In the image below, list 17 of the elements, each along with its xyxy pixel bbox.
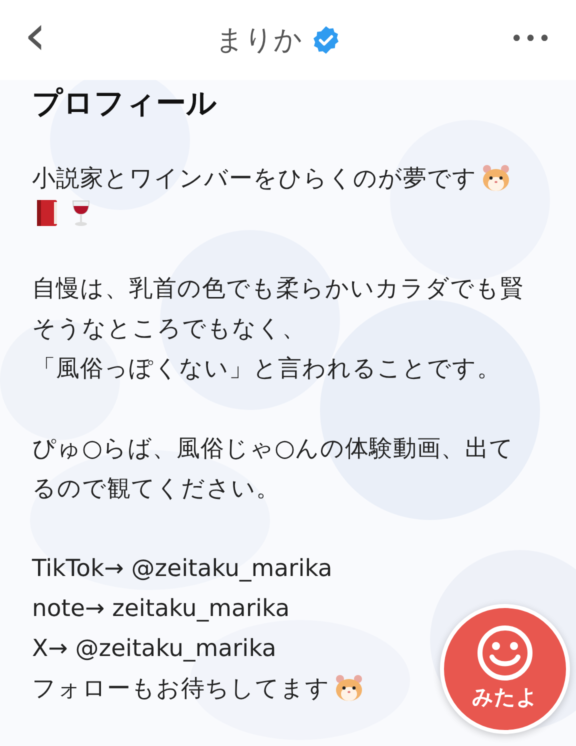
smiley-icon [476, 624, 534, 682]
profile-name: まりか [216, 22, 303, 58]
profile-text: ぴゅ○らば、風俗じゃ○んの体験動画、出て [32, 433, 514, 464]
profile-text: note→ zeitaku_marika [32, 593, 290, 624]
profile-text: 自慢は、乳首の色でも柔らかいカラダでも賢 [32, 273, 524, 304]
profile-text: 小説家とワインバーをひらくのが夢です [32, 163, 477, 194]
hamster-icon [481, 163, 511, 193]
back-button[interactable]: ‹ [24, 8, 46, 64]
profile-text: X→ @zeitaku_marika [32, 633, 276, 664]
profile-text: 「風俗っぽくない」と言われることです。 [32, 353, 501, 384]
profile-text: フォローもお待ちしてます [32, 673, 330, 704]
profile-text: TikTok→ @zeitaku_marika [32, 553, 332, 584]
hamster-icon [334, 673, 364, 703]
section-title: プロフィール [32, 85, 218, 123]
profile-text: そうなところでもなく、 [32, 313, 306, 344]
more-button[interactable]: ••• [510, 29, 552, 51]
profile-text: るので観てください。 [32, 473, 280, 504]
